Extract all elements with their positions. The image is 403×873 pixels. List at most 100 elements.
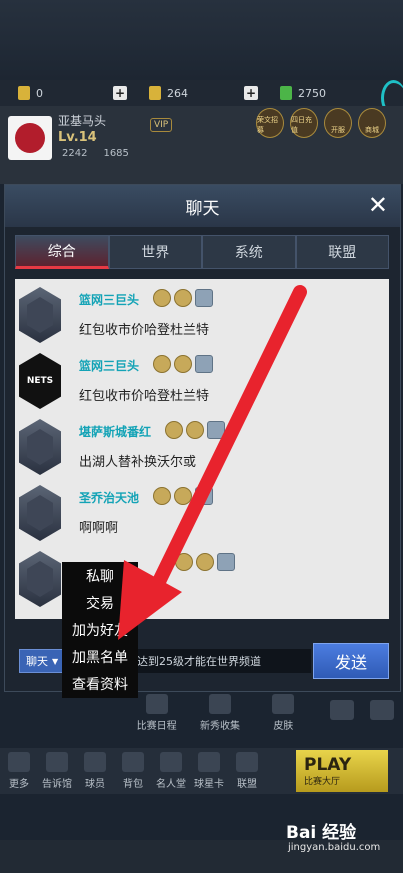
nav-schedule[interactable]: 比赛日程 — [130, 694, 183, 738]
shop-icon[interactable]: 商城 — [358, 108, 386, 138]
menu-item-private-chat[interactable]: 私聊 — [62, 562, 138, 589]
nav-label: 球员 — [85, 779, 105, 790]
tab-all[interactable]: 综合 — [15, 235, 109, 269]
team-logo-icon — [15, 123, 45, 153]
rank-icon — [195, 355, 213, 373]
stat-team: 1685 — [103, 148, 129, 159]
level-icon — [174, 289, 192, 307]
chat-tabs: 综合 世界 系统 联盟 — [15, 235, 389, 269]
recruit-icon[interactable]: 荣文招募 — [256, 108, 284, 138]
level-icon — [174, 355, 192, 373]
play-button[interactable]: PLAY 比赛大厅 — [296, 750, 388, 792]
gold-icon — [149, 86, 161, 100]
vip-icon — [153, 355, 171, 373]
menu-item-view-profile[interactable]: 查看资料 — [62, 670, 138, 697]
rank-icon — [195, 487, 213, 505]
background-arena — [0, 0, 403, 80]
card-icon — [198, 752, 220, 772]
resource-value: 0 — [36, 86, 43, 100]
avatar[interactable] — [8, 116, 52, 160]
list-item[interactable]: 堪萨斯城番红 出湖人替补换沃尔或 — [15, 415, 389, 481]
shield-badge-icon[interactable] — [19, 485, 61, 541]
tab-system[interactable]: 系统 — [202, 235, 296, 269]
message-text: 红包收市价哈登杜兰特 — [79, 323, 210, 338]
list-item[interactable]: 圣乔治天池 啊啊啊 — [15, 481, 389, 547]
stat-power: 2242 — [62, 148, 88, 159]
calendar-icon — [145, 694, 168, 714]
play-label: PLAY — [304, 754, 352, 775]
coin-icon — [18, 86, 30, 100]
context-menu: 私聊 交易 加为好友 加黑名单 查看资料 — [62, 562, 138, 698]
vip-badge: VIP — [150, 118, 173, 132]
rank-icon — [207, 421, 225, 439]
rank-icon — [195, 289, 213, 307]
message-text: 啊啊啊 — [79, 521, 119, 536]
list-item[interactable]: 篮网三巨头 红包收市价哈登杜兰特 — [15, 283, 389, 349]
server-icon[interactable]: 开服 — [324, 108, 352, 138]
play-sublabel: 比赛大厅 — [304, 776, 341, 787]
user-tags — [153, 289, 213, 307]
watermark-url: jingyan.baidu.com — [288, 842, 381, 853]
grid-icon — [8, 752, 30, 772]
bag-icon — [122, 752, 144, 772]
message-username[interactable]: 篮网三巨头 — [79, 357, 139, 374]
level-icon — [196, 553, 214, 571]
watermark-logo: Bai 经验 — [286, 823, 357, 843]
jersey-icon — [84, 752, 106, 772]
add-gold-button[interactable]: + — [244, 86, 258, 100]
nets-logo-icon[interactable]: NETS — [19, 353, 61, 409]
resource-cash: 2750 — [280, 86, 326, 100]
shield-badge-icon[interactable] — [19, 419, 61, 475]
vip-icon — [165, 421, 183, 439]
jersey-icon — [272, 694, 295, 714]
nav-cards[interactable]: 球星卡 — [190, 752, 228, 790]
chevron-down-icon: ▼ — [52, 656, 59, 666]
nav-hall[interactable]: 告诉馆 — [38, 752, 76, 790]
cash-icon — [280, 86, 292, 100]
chat-title: 聊天 — [185, 198, 220, 219]
nav-hof[interactable]: 名人堂 — [152, 752, 190, 790]
nav-label: 新秀收集 — [199, 721, 240, 732]
mail-icon[interactable] — [330, 700, 354, 720]
menu-item-blacklist[interactable]: 加黑名单 — [62, 643, 138, 670]
send-button[interactable]: 发送 — [313, 643, 389, 679]
menu-item-trade[interactable]: 交易 — [62, 589, 138, 616]
message-username[interactable]: 篮网三巨头 — [79, 291, 139, 308]
vip-icon — [153, 289, 171, 307]
recharge-icon[interactable]: 四日充值 — [290, 108, 318, 138]
message-text: 出湖人替补换沃尔或 — [79, 455, 197, 470]
chat-header: 聊天 — [5, 185, 400, 227]
rank-icon — [217, 553, 235, 571]
nav-label: 名人堂 — [156, 779, 186, 790]
top-icons: 荣文招募 四日充值 开服 商城 — [256, 108, 386, 138]
trophy-icon — [160, 752, 182, 772]
message-username[interactable]: 圣乔治天池 — [79, 489, 139, 506]
shield-badge-icon[interactable] — [19, 287, 61, 343]
nav-skin[interactable]: 皮肤 — [257, 694, 310, 738]
nav-label: 联盟 — [237, 779, 257, 790]
nav-bag[interactable]: 背包 — [114, 752, 152, 790]
nav-alliance[interactable]: 联盟 — [228, 752, 266, 790]
menu-item-add-friend[interactable]: 加为好友 — [62, 616, 138, 643]
input-hint: 达到25级才能在世界频道 — [137, 655, 261, 668]
player-stats: 2242 1685 — [62, 148, 129, 159]
nav-label: 更多 — [9, 779, 29, 790]
nav-label: 皮肤 — [273, 721, 294, 732]
star-icon — [208, 694, 231, 714]
message-username[interactable]: 堪萨斯城番红 — [79, 423, 151, 440]
tab-world[interactable]: 世界 — [108, 235, 202, 269]
channel-label: 聊天 — [26, 655, 48, 668]
add-coin-button[interactable]: + — [113, 86, 127, 100]
nav-rookie[interactable]: 新秀收集 — [193, 694, 246, 738]
resource-value: 2750 — [298, 86, 326, 100]
shield-badge-icon[interactable] — [19, 551, 61, 607]
channel-select[interactable]: 聊天 ▼ — [19, 649, 63, 673]
close-icon[interactable]: ✕ — [368, 193, 388, 217]
nav-more[interactable]: 更多 — [0, 752, 38, 790]
list-item[interactable]: NETS 篮网三巨头 红包收市价哈登杜兰特 — [15, 349, 389, 415]
tab-alliance[interactable]: 联盟 — [295, 235, 389, 269]
nav-players[interactable]: 球员 — [76, 752, 114, 790]
vip-icon — [175, 553, 193, 571]
chat-icon[interactable] — [370, 700, 394, 720]
resource-bar: 0 + 264 + 2750 — [0, 80, 403, 106]
